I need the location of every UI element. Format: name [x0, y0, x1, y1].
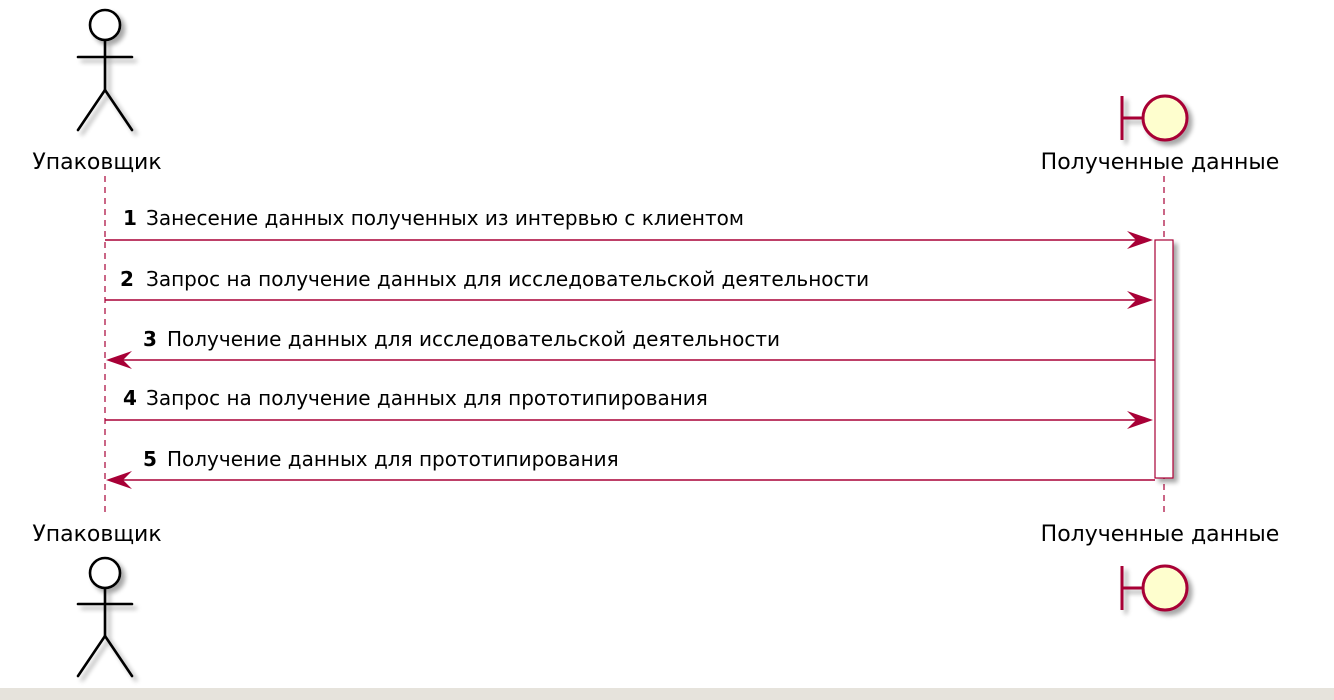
message-5: 5 Получение данных для прототипирования [106, 447, 1155, 489]
message-2-label: Запрос на получение данных для исследова… [146, 267, 869, 291]
message-4: 4 Запрос на получение данных для прототи… [105, 386, 1153, 429]
message-3-label: Получение данных для исследовательской д… [167, 327, 780, 351]
message-5-label: Получение данных для прототипирования [167, 447, 619, 471]
message-4-label: Запрос на получение данных для прототипи… [146, 386, 708, 410]
message-4-number: 4 [123, 386, 137, 410]
message-2-number: 2 [120, 267, 134, 291]
participant-packer-top: Упаковщик [32, 150, 161, 175]
actor-icon-top [76, 8, 134, 132]
participant-data-bottom: Полученные данные [1041, 522, 1280, 547]
message-1-number: 1 [123, 206, 137, 230]
boundary-icon-bottom [1120, 564, 1189, 612]
participant-data-top: Полученные данные [1041, 150, 1280, 175]
message-1-label: Занесение данных полученных из интервью … [146, 206, 744, 230]
boundary-icon-top [1120, 94, 1189, 142]
sequence-diagram: Упаковщик Полученные данные Упаковщик По… [32, 8, 1280, 678]
message-3: 3 Получение данных для исследовательской… [106, 327, 1155, 369]
message-1: 1 Занесение данных полученных из интервь… [105, 206, 1153, 249]
participant-packer-bottom: Упаковщик [32, 522, 161, 547]
activation-bar [1154, 239, 1174, 479]
message-2: 2 Запрос на получение данных для исследо… [105, 267, 1153, 309]
message-5-number: 5 [143, 447, 157, 471]
actor-icon-bottom [76, 556, 134, 678]
message-3-number: 3 [143, 327, 157, 351]
footer-bar [0, 688, 1334, 700]
